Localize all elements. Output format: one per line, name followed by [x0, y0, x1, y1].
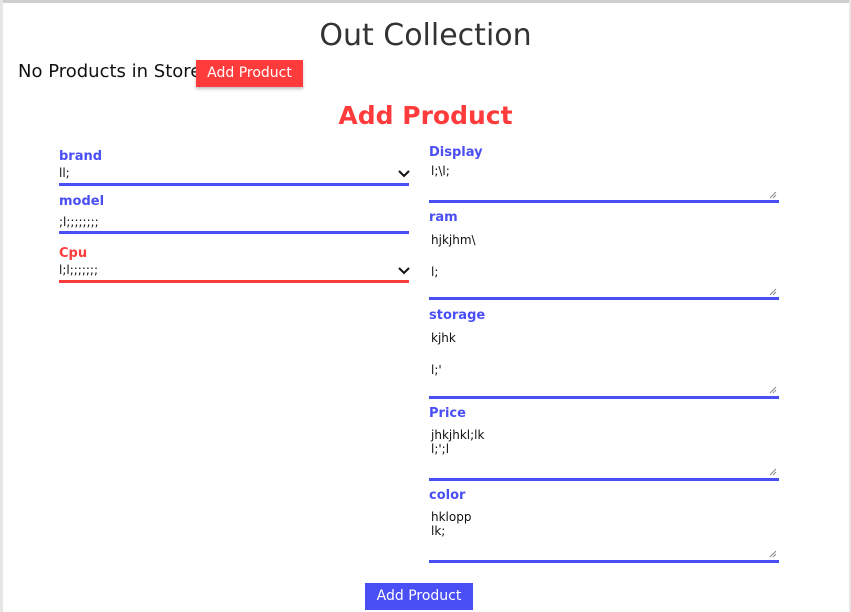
model-label: model	[59, 194, 105, 209]
resize-grip-icon[interactable]	[769, 386, 777, 394]
display-textarea-value: l;\l;	[431, 164, 450, 178]
model-input[interactable]: ;l;;;;;;;;	[59, 210, 409, 235]
resize-grip-icon[interactable]	[769, 191, 777, 199]
price-label: Price	[429, 406, 466, 421]
brand-select[interactable]: ll;	[59, 164, 410, 186]
display-textarea[interactable]: l;\l;	[429, 161, 779, 203]
cpu-label: Cpu	[59, 246, 88, 261]
color-label: color	[429, 488, 466, 503]
storage-textarea[interactable]: kjhk l;'	[429, 324, 779, 399]
brand-underline	[59, 183, 409, 186]
resize-grip-icon[interactable]	[769, 468, 777, 476]
chevron-down-icon	[398, 267, 410, 275]
add-product-toggle-button[interactable]: Add Product	[196, 60, 303, 87]
page-title: Out Collection	[319, 18, 532, 53]
cpu-select[interactable]: l;l;;;;;;;	[59, 262, 410, 284]
resize-grip-icon[interactable]	[769, 550, 777, 558]
model-underline	[59, 231, 409, 234]
model-input-value: ;l;;;;;;;;	[59, 215, 99, 229]
window-top-border	[0, 0, 851, 3]
storage-textarea-value: kjhk l;'	[431, 331, 456, 377]
ram-underline	[429, 297, 779, 300]
color-textarea[interactable]: hklopp lk;	[429, 504, 779, 564]
brand-label: brand	[59, 149, 103, 164]
ram-textarea-value: hjkjhm\ l;	[431, 233, 476, 279]
display-label: Display	[429, 145, 483, 160]
submit-add-product-button[interactable]: Add Product	[365, 583, 473, 610]
resize-grip-icon[interactable]	[769, 288, 777, 296]
ram-label: ram	[429, 210, 458, 225]
window-left-border	[0, 0, 3, 612]
brand-select-value: ll;	[59, 166, 70, 180]
storage-underline	[429, 396, 779, 399]
ram-textarea[interactable]: hjkjhm\ l;	[429, 226, 779, 300]
storage-label: storage	[429, 308, 486, 323]
cpu-underline	[59, 280, 409, 283]
form-title: Add Product	[338, 101, 513, 130]
color-underline	[429, 560, 779, 563]
price-underline	[429, 478, 779, 481]
color-textarea-value: hklopp lk;	[431, 510, 472, 538]
cpu-select-value: l;l;;;;;;;	[59, 263, 99, 277]
price-textarea-value: jhkjhkl;lk l;';l	[431, 428, 485, 456]
chevron-down-icon	[398, 170, 410, 178]
empty-store-message: No Products in Store	[18, 61, 202, 82]
display-underline	[429, 200, 779, 203]
price-textarea[interactable]: jhkjhkl;lk l;';l	[429, 422, 779, 481]
